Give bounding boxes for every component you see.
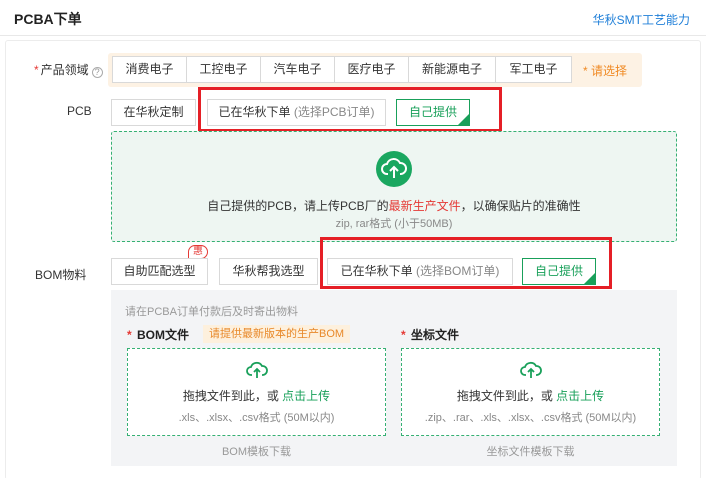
pcb-option-custom[interactable]: 在华秋定制 — [111, 99, 196, 126]
bom-option-auto[interactable]: 自助匹配选型 — [111, 258, 208, 285]
bom-file-title: * BOM文件 — [127, 328, 190, 342]
check-icon: ✓ — [588, 269, 595, 278]
industry-option-auto[interactable]: 汽车电子 — [260, 56, 335, 83]
bom-file-formats: .xls、.xlsx、.csv格式 (50M以内) — [178, 412, 335, 424]
discount-badge: 惠 — [188, 245, 208, 259]
bom-template-download[interactable]: BOM模板下载 — [127, 443, 386, 459]
pcb-upload-format: zip, rar格式 (小于50MB) — [335, 218, 453, 230]
section-header: PCBA下单 华秋SMT工艺能力 — [0, 0, 706, 36]
industry-selector: 消费电子 工控电子 汽车电子 医疗电子 新能源电子 军工电子 * 请选择 — [108, 53, 642, 87]
help-icon[interactable]: ? — [91, 67, 103, 78]
coord-file-formats: .zip、.rar、.xls、.xlsx、.csv格式 (50M以内) — [424, 412, 637, 424]
bom-upload-link[interactable]: 点击上传 — [282, 389, 330, 403]
coord-template-download[interactable]: 坐标文件模板下载 — [401, 443, 660, 459]
industry-hint: * 请选择 — [583, 64, 628, 78]
cloud-upload-icon — [519, 361, 542, 378]
pcb-upload-text: 自己提供的PCB，请上传PCB厂的最新生产文件，以确保贴片的准确性 — [207, 199, 581, 213]
bom-file-warning: 请提供最新版本的生产BOM — [203, 325, 351, 343]
page-title: PCBA下单 — [14, 11, 82, 27]
coord-file-dropzone[interactable]: 拖拽文件到此，或 点击上传 .zip、.rar、.xls、.xlsx、.csv格… — [401, 348, 660, 436]
coord-file-title: * 坐标文件 — [401, 328, 460, 342]
cloud-upload-icon — [245, 361, 268, 378]
bom-option-hq[interactable]: 华秋帮我选型 — [219, 258, 318, 285]
industry-option-new-energy[interactable]: 新能源电子 — [408, 56, 496, 83]
bom-upload-panel: 请在PCBA订单付款后及时寄出物料 * BOM文件 请提供最新版本的生产BOM … — [111, 290, 677, 466]
annotation-box-pcb — [198, 87, 502, 132]
industry-option-medical[interactable]: 医疗电子 — [334, 56, 409, 83]
industry-option-military[interactable]: 军工电子 — [495, 56, 572, 83]
check-icon: ✓ — [462, 110, 469, 119]
industry-option-consumer[interactable]: 消费电子 — [112, 56, 187, 83]
bom-note: 请在PCBA订单付款后及时寄出物料 — [125, 306, 298, 318]
industry-option-industrial[interactable]: 工控电子 — [186, 56, 261, 83]
cloud-upload-icon — [376, 151, 412, 187]
annotation-box-bom — [320, 237, 612, 289]
pcb-upload-dropzone[interactable]: 自己提供的PCB，请上传PCB厂的最新生产文件，以确保贴片的准确性 zip, r… — [111, 131, 677, 242]
smt-capability-link[interactable]: 华秋SMT工艺能力 — [593, 11, 690, 28]
coord-upload-link[interactable]: 点击上传 — [556, 389, 604, 403]
industry-label: * 产品领域? — [34, 61, 103, 78]
pcb-label: PCB — [67, 104, 92, 118]
bom-label: BOM物料 — [35, 268, 87, 282]
bom-file-dropzone[interactable]: 拖拽文件到此，或 点击上传 .xls、.xlsx、.csv格式 (50M以内) — [127, 348, 386, 436]
